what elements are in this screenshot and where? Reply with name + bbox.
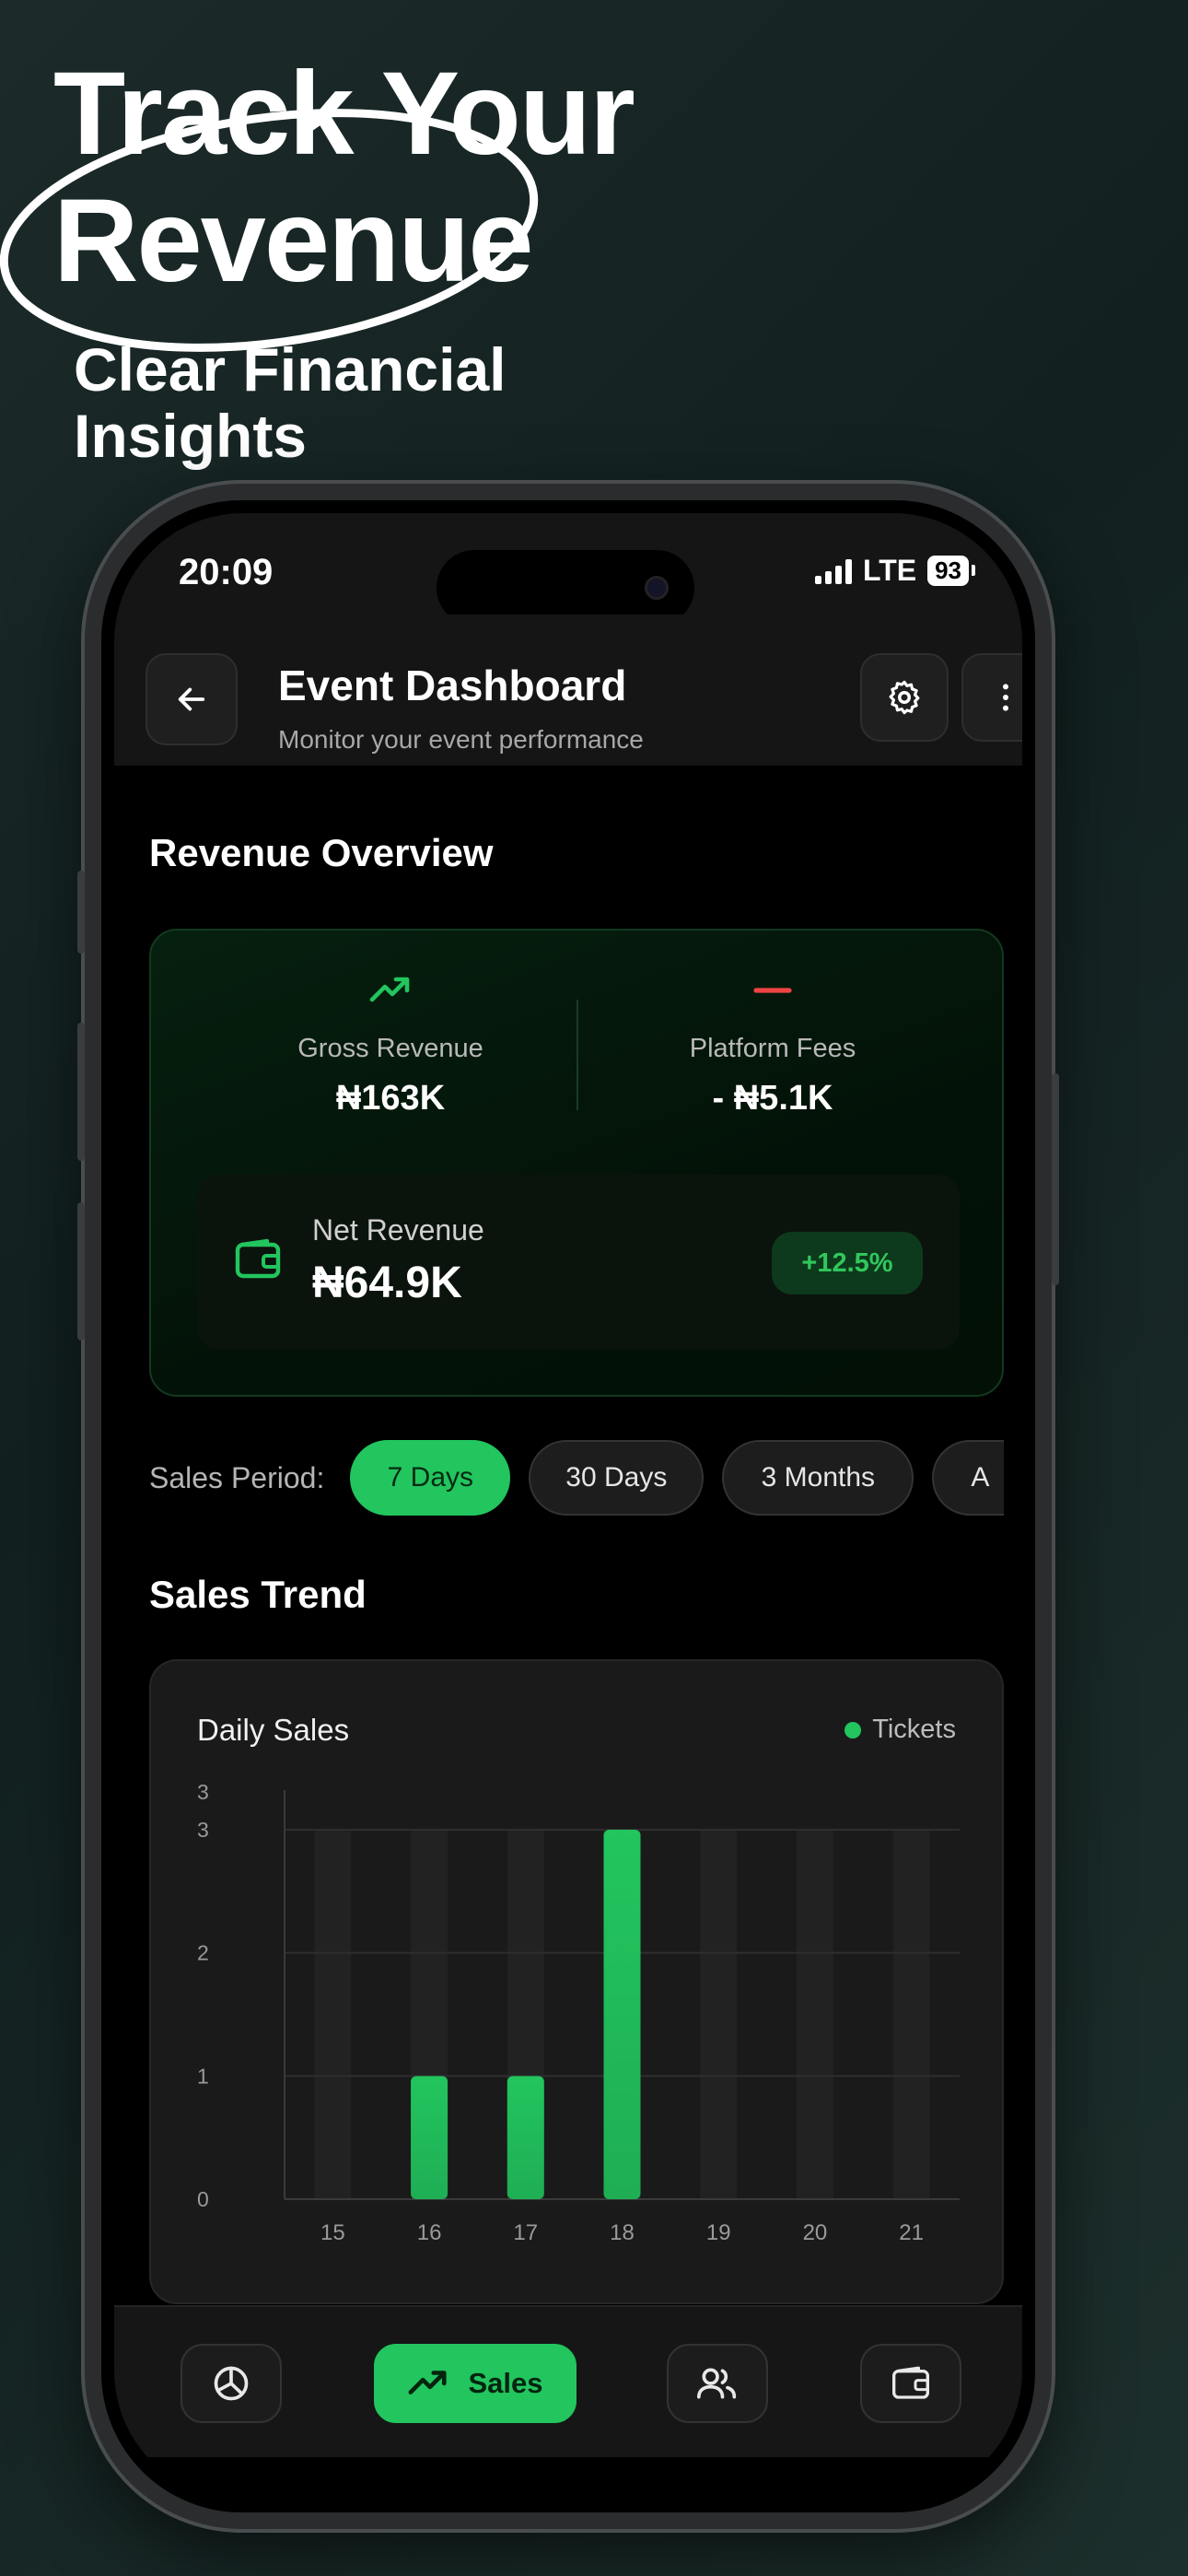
daily-sales-chart-card: Daily Sales Tickets 0 1 2 3 3 15 16 17 18 19 20 21: [149, 1659, 1004, 2304]
app-header: Event Dashboard Monitor your event perfo…: [114, 615, 1022, 766]
gear-icon: [889, 680, 920, 715]
gross-revenue-label: Gross Revenue: [297, 1034, 483, 1063]
gross-revenue-value: ₦163K: [335, 1079, 446, 1118]
minus-icon: [753, 988, 792, 993]
volume-up-button: [77, 1023, 85, 1161]
camera-icon: [645, 576, 669, 600]
bar-18: [603, 1830, 641, 2199]
promo-subline: Clear Financial Insights: [74, 336, 507, 469]
net-change-badge: +12.5%: [772, 1232, 923, 1294]
status-time: 20:09: [179, 552, 274, 592]
net-revenue-label: Net Revenue: [312, 1213, 484, 1247]
sales-period-label: Sales Period:: [149, 1460, 325, 1494]
sales-period-chips: Sales Period: 7 Days 30 Days 3 Months A: [149, 1440, 1004, 1516]
settings-button[interactable]: [860, 653, 949, 742]
column-background: [700, 1830, 738, 2199]
column-background: [314, 1830, 352, 2199]
period-30-days[interactable]: 30 Days: [529, 1440, 705, 1516]
bar-17: [507, 2076, 544, 2199]
sales-trend-title: Sales Trend: [149, 1573, 367, 1616]
network-label: LTE: [863, 554, 917, 587]
y-tick-label: 0: [197, 2187, 209, 2211]
subline-line-1: Clear Financial: [74, 335, 507, 404]
net-revenue-box: Net Revenue ₦64.9K +12.5%: [197, 1175, 960, 1350]
trending-up-icon: [409, 2371, 448, 2395]
back-arrow-icon: [178, 687, 205, 711]
period-all[interactable]: A: [932, 1440, 1004, 1516]
period-3-months[interactable]: 3 Months: [722, 1440, 914, 1516]
nav-attendees[interactable]: [667, 2344, 768, 2423]
page-title: Event Dashboard: [278, 662, 627, 709]
y-tick-label: 3: [197, 1818, 209, 1842]
bottom-nav: Sales: [114, 2305, 1022, 2457]
sales-period-row: Sales Period: 7 Days 30 Days 3 Months A: [114, 1434, 1004, 1527]
x-tick-label: 19: [706, 2220, 731, 2245]
platform-fees-value: - ₦5.1K: [712, 1079, 833, 1118]
x-tick-label: 17: [513, 2220, 538, 2245]
x-tick-label: 15: [320, 2220, 345, 2245]
phone-frame: 20:09 LTE 93 Event Dashboard Monitor you…: [77, 484, 1059, 2529]
more-vertical-icon: [1003, 684, 1008, 711]
power-button: [1052, 1073, 1059, 1285]
daily-sales-chart: 0 1 2 3 3 15 16 17 18 19 20 21: [197, 1780, 960, 2245]
y-tick-label: 1: [197, 2064, 209, 2088]
volume-down-button: [77, 1202, 85, 1341]
x-tick-label: 20: [803, 2220, 828, 2245]
period-7-days[interactable]: 7 Days: [350, 1440, 511, 1516]
status-indicators: LTE 93: [815, 554, 975, 588]
x-tick-label: 21: [899, 2220, 924, 2245]
stat-divider: [577, 1000, 578, 1110]
nav-wallet[interactable]: [860, 2344, 961, 2423]
revenue-card: Gross Revenue ₦163K Platform Fees - ₦5.1…: [149, 929, 1004, 1397]
back-button[interactable]: [146, 653, 238, 745]
nav-overview[interactable]: [181, 2344, 282, 2423]
y-tick-label: 2: [197, 1941, 209, 1965]
mute-switch: [77, 871, 85, 954]
platform-fees-label: Platform Fees: [689, 1034, 856, 1063]
x-tick-label: 16: [417, 2220, 442, 2245]
signal-icon: [815, 558, 853, 584]
status-bar: 20:09 LTE 93: [114, 513, 1022, 626]
column-background: [796, 1830, 833, 2199]
battery-icon: 93: [927, 556, 975, 586]
platform-fees-stat: Platform Fees - ₦5.1K: [588, 972, 957, 1118]
column-background: [892, 1830, 930, 2199]
x-tick-label: 18: [610, 2220, 635, 2245]
page-subtitle: Monitor your event performance: [278, 725, 644, 754]
wallet-icon: [892, 2366, 929, 2399]
pie-chart-icon: [214, 2366, 249, 2401]
users-icon: [696, 2368, 737, 2399]
bar-16: [411, 2076, 448, 2199]
subline-line-2: Insights: [74, 402, 308, 470]
revenue-overview-title: Revenue Overview: [149, 831, 494, 874]
net-revenue-value: ₦64.9K: [312, 1259, 462, 1307]
nav-sales[interactable]: Sales: [374, 2344, 577, 2423]
more-button[interactable]: [961, 653, 1022, 742]
nav-sales-label: Sales: [468, 2367, 543, 2399]
y-tick-label: 3: [197, 1780, 209, 1804]
app-screen: 20:09 LTE 93 Event Dashboard Monitor you…: [114, 513, 1022, 2500]
wallet-icon: [235, 1238, 281, 1279]
gross-revenue-stat: Gross Revenue ₦163K: [206, 972, 575, 1118]
trending-up-icon: [369, 977, 410, 1002]
